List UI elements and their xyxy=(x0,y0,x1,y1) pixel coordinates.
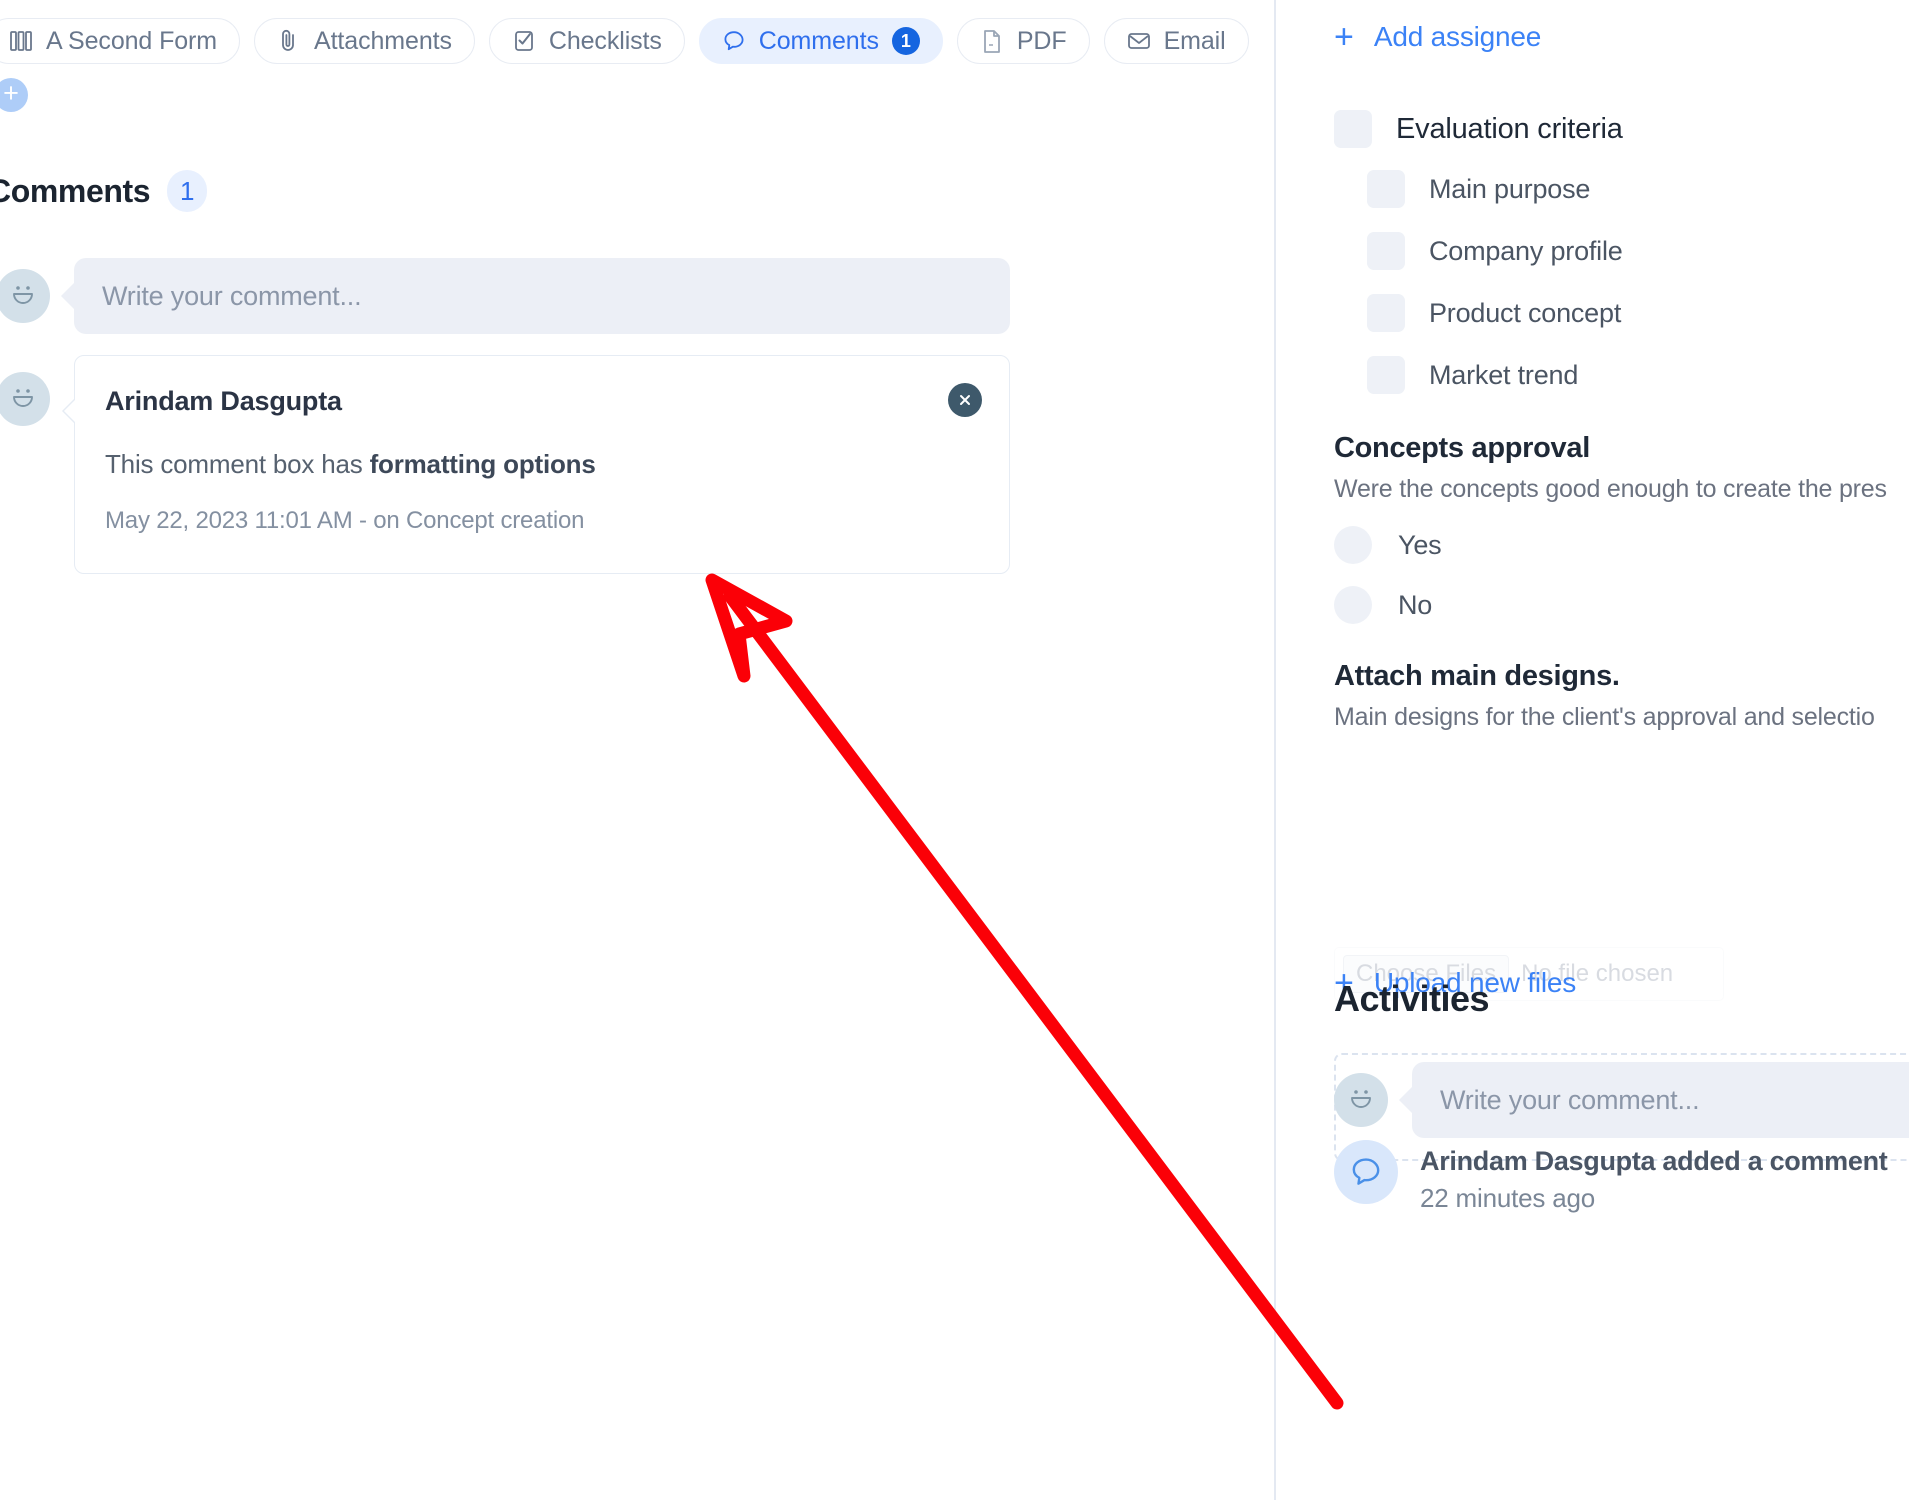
comments-title: Comments xyxy=(0,172,151,209)
concepts-approval-field: Concepts approval Were the concepts good… xyxy=(1334,432,1909,646)
field-description: Main designs for the client's approval a… xyxy=(1334,703,1875,731)
comment-author: Arindam Dasgupta xyxy=(105,386,342,416)
checkbox-label: Product concept xyxy=(1429,297,1622,328)
checkbox-label: Market trend xyxy=(1429,359,1579,390)
comment-item: Arindam Dasgupta This comment box has fo… xyxy=(0,355,1010,574)
activities-title: Activities xyxy=(1334,978,1490,1019)
form-icon xyxy=(9,28,33,54)
pdf-file-icon xyxy=(980,28,1004,54)
avatar xyxy=(0,372,50,426)
comment-composer-row: Write your comment... xyxy=(0,258,1010,334)
field-title: Attach main designs. xyxy=(1334,660,1620,692)
comment-body-bold: formatting options xyxy=(369,449,596,479)
activity-timestamp: 22 minutes ago xyxy=(1420,1183,1595,1213)
checkbox-main-purpose[interactable]: Main purpose xyxy=(1367,170,1904,208)
radio-label: No xyxy=(1398,589,1433,620)
checkbox-product-concept[interactable]: Product concept xyxy=(1367,294,1904,332)
tab-label: Checklists xyxy=(548,26,662,55)
activity-comment-placeholder: Write your comment... xyxy=(1440,1084,1700,1115)
smiley-avatar-icon xyxy=(6,277,40,316)
radio-icon[interactable] xyxy=(1334,526,1372,564)
plus-icon: + xyxy=(3,78,19,108)
tab-label: Attachments xyxy=(314,26,452,55)
comment-input-placeholder: Write your comment... xyxy=(102,280,362,311)
comment-timestamp: May 22, 2023 11:01 AM - on Concept creat… xyxy=(105,507,585,534)
comment-input[interactable]: Write your comment... xyxy=(74,258,1010,334)
add-assignee-label: Add assignee xyxy=(1373,21,1542,52)
tab-label: Comments xyxy=(758,26,879,55)
avatar xyxy=(0,269,50,323)
details-sidebar: + Add assignee Evaluation criteria Main … xyxy=(1276,0,1909,1500)
comments-count-badge: 1 xyxy=(891,27,920,55)
checkbox-label: Company profile xyxy=(1429,235,1623,266)
tab-email[interactable]: Email xyxy=(1103,18,1249,64)
comments-pane: A Second Form Attachments Checklists Com… xyxy=(0,0,1274,1500)
field-title: Concepts approval xyxy=(1334,432,1590,464)
comment-body-text: This comment box has xyxy=(105,449,370,479)
comments-count: 1 xyxy=(167,170,208,212)
evaluation-criteria-group: Evaluation criteria Main purpose Company… xyxy=(1334,110,1904,418)
comment-bubble-icon xyxy=(722,28,746,54)
checkbox-icon[interactable] xyxy=(1367,232,1405,270)
checkbox-label: Main purpose xyxy=(1429,173,1591,204)
radio-yes[interactable]: Yes xyxy=(1334,526,1909,564)
checkbox-label: Evaluation criteria xyxy=(1396,112,1623,145)
checkbox-company-profile[interactable]: Company profile xyxy=(1367,232,1904,270)
tab-comments[interactable]: Comments 1 xyxy=(698,18,943,64)
app-root: A Second Form Attachments Checklists Com… xyxy=(0,0,1909,1500)
tab-checklists[interactable]: Checklists xyxy=(488,18,685,64)
close-icon[interactable] xyxy=(948,383,982,417)
paperclip-icon xyxy=(277,28,301,54)
activity-text: Arindam Dasgupta added a comment xyxy=(1420,1146,1888,1176)
tab-label: PDF xyxy=(1016,26,1067,55)
comment-card: Arindam Dasgupta This comment box has fo… xyxy=(62,355,1010,574)
checkbox-icon[interactable] xyxy=(1367,356,1405,394)
radio-label: Yes xyxy=(1398,529,1442,560)
envelope-icon xyxy=(1127,28,1151,54)
attach-main-designs-field: Attach main designs. Main designs for th… xyxy=(1334,660,1909,754)
radio-no[interactable]: No xyxy=(1334,586,1909,624)
tab-pdf[interactable]: PDF xyxy=(956,18,1090,64)
activity-composer-row: Write your comment... xyxy=(1334,1062,1909,1138)
checkbox-icon[interactable] xyxy=(1334,110,1372,148)
smiley-avatar-icon xyxy=(6,380,40,419)
add-tab-button[interactable]: + xyxy=(0,78,28,112)
activity-text-wrap: Arindam Dasgupta added a comment 22 minu… xyxy=(1420,1140,1888,1214)
comments-section-header: Comments 1 xyxy=(0,170,208,212)
plus-icon: + xyxy=(1334,18,1354,56)
checklist-icon xyxy=(512,28,536,54)
radio-icon[interactable] xyxy=(1334,586,1372,624)
tab-label: Email xyxy=(1163,26,1226,55)
avatar xyxy=(1334,1073,1388,1127)
tab-attachments[interactable]: Attachments xyxy=(254,18,475,64)
tab-label: A Second Form xyxy=(46,26,218,55)
activity-list-item: Arindam Dasgupta added a comment 22 minu… xyxy=(1334,1140,1909,1214)
add-assignee-button[interactable]: + Add assignee xyxy=(1334,20,1541,54)
checkbox-icon[interactable] xyxy=(1367,170,1405,208)
comment-bubble-icon xyxy=(1334,1140,1398,1204)
field-description: Were the concepts good enough to create … xyxy=(1334,475,1887,503)
checkbox-market-trend[interactable]: Market trend xyxy=(1367,356,1904,394)
comment-body: This comment box has formatting options xyxy=(105,449,977,480)
checkbox-evaluation-criteria[interactable]: Evaluation criteria xyxy=(1334,110,1904,148)
form-tab-bar: A Second Form Attachments Checklists Com… xyxy=(0,18,1274,112)
checkbox-icon[interactable] xyxy=(1367,294,1405,332)
smiley-avatar-icon xyxy=(1344,1081,1378,1120)
activity-comment-input[interactable]: Write your comment... xyxy=(1412,1062,1909,1138)
tab-a-second-form[interactable]: A Second Form xyxy=(0,18,241,64)
